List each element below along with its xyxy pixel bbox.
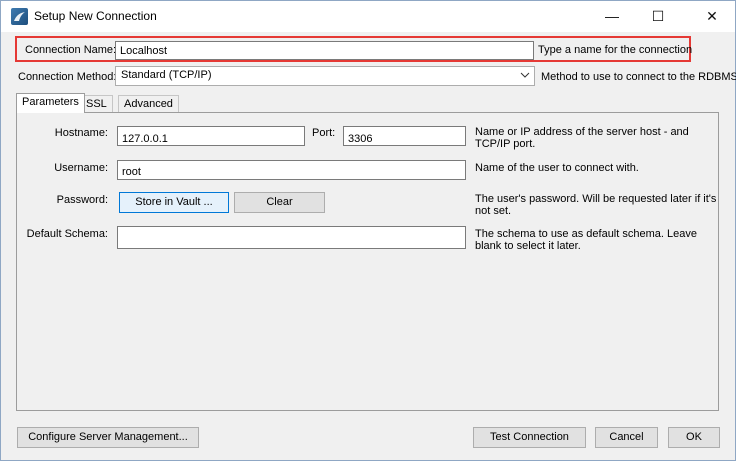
title-bar[interactable]: Setup New Connection — ☐ ✕ bbox=[1, 1, 735, 32]
connection-method-select[interactable]: Standard (TCP/IP) bbox=[115, 66, 535, 86]
parameters-panel bbox=[16, 112, 719, 411]
password-help: The user's password. Will be requested l… bbox=[475, 193, 717, 217]
default-schema-label: Default Schema: bbox=[26, 228, 108, 240]
port-input[interactable]: 3306 bbox=[343, 126, 466, 146]
username-help: Name of the user to connect with. bbox=[475, 162, 639, 174]
connection-name-help: Type a name for the connection bbox=[538, 44, 693, 56]
hostname-label: Hostname: bbox=[54, 127, 108, 139]
hostname-input[interactable]: 127.0.0.1 bbox=[117, 126, 305, 146]
minimize-button[interactable]: — bbox=[589, 1, 635, 32]
username-label: Username: bbox=[54, 162, 108, 174]
ok-button[interactable]: OK bbox=[668, 427, 720, 448]
default-schema-input[interactable] bbox=[117, 226, 466, 249]
connection-method-help: Method to use to connect to the RDBMS bbox=[541, 71, 736, 83]
hostname-help: Name or IP address of the server host - … bbox=[475, 126, 689, 150]
close-button[interactable]: ✕ bbox=[689, 1, 735, 32]
port-label: Port: bbox=[312, 127, 336, 139]
password-label: Password: bbox=[56, 194, 108, 206]
test-connection-button[interactable]: Test Connection bbox=[473, 427, 586, 448]
tab-advanced[interactable]: Advanced bbox=[118, 95, 179, 112]
store-in-vault-button[interactable]: Store in Vault ... bbox=[119, 192, 229, 213]
connection-name-label: Connection Name: bbox=[25, 44, 117, 56]
maximize-button[interactable]: ☐ bbox=[635, 1, 681, 32]
configure-server-management-button[interactable]: Configure Server Management... bbox=[17, 427, 199, 448]
cancel-button[interactable]: Cancel bbox=[595, 427, 658, 448]
default-schema-help: The schema to use as default schema. Lea… bbox=[475, 228, 697, 252]
setup-connection-dialog: Setup New Connection — ☐ ✕ Connection Na… bbox=[0, 0, 736, 461]
tab-ssl[interactable]: SSL bbox=[80, 95, 113, 112]
connection-name-input[interactable]: Localhost bbox=[115, 41, 534, 60]
connection-method-value: Standard (TCP/IP) bbox=[121, 69, 212, 81]
connection-method-label: Connection Method: bbox=[18, 71, 117, 83]
clear-password-button[interactable]: Clear bbox=[234, 192, 325, 213]
tab-parameters[interactable]: Parameters bbox=[16, 93, 85, 113]
mysql-workbench-icon bbox=[11, 8, 28, 25]
username-input[interactable]: root bbox=[117, 160, 466, 180]
chevron-down-icon bbox=[520, 72, 530, 78]
window-title: Setup New Connection bbox=[34, 9, 157, 23]
